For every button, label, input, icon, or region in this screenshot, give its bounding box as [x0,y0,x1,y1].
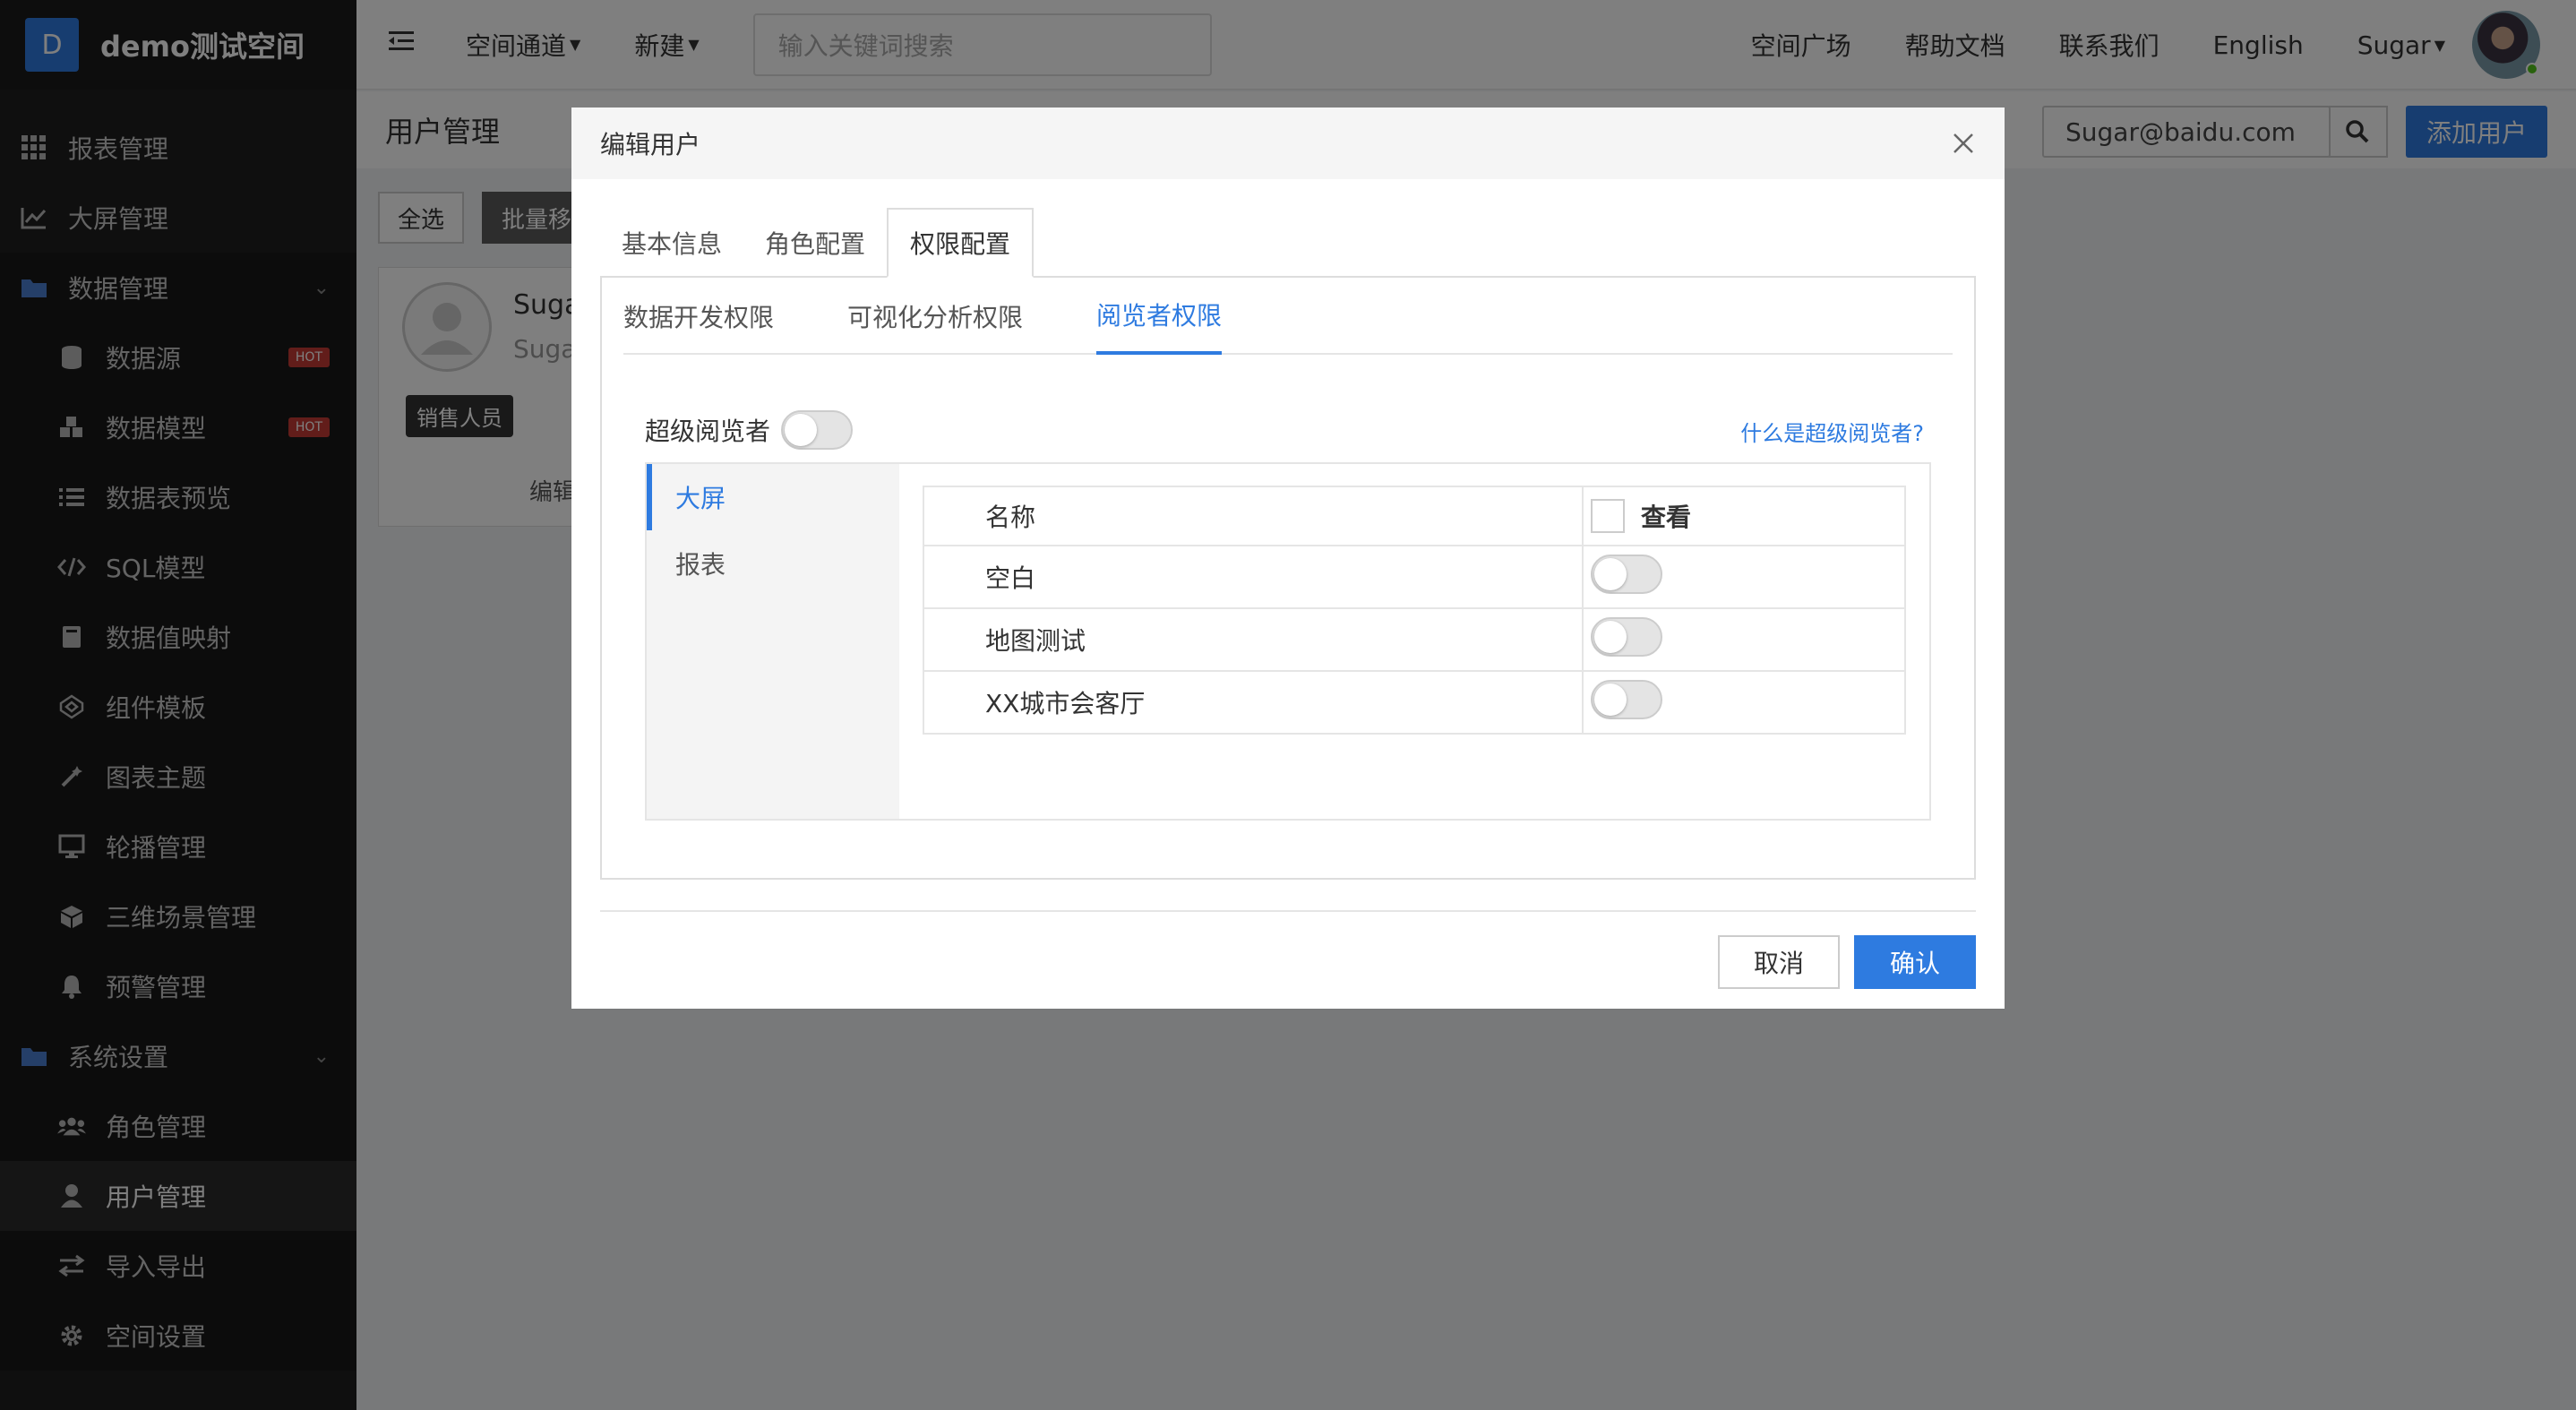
table-header-row: 名称 查看 [923,486,1906,546]
tab-role-config[interactable]: 角色配置 [743,208,887,278]
permission-box: 大屏 报表 名称 查看 空白 地图测试 XX城市会客厅 [645,462,1931,821]
modal-header: 编辑用户 [571,107,2005,179]
cancel-button[interactable]: 取消 [1718,935,1840,989]
tab-permission-config[interactable]: 权限配置 [887,208,1035,278]
table-row: 空白 [923,545,1906,609]
edit-user-modal: 编辑用户 基本信息 角色配置 权限配置 数据开发权限 可视化分析权限 阅览者权限… [571,107,2005,1009]
view-permission-toggle[interactable] [1591,616,1662,657]
permission-panel: 数据开发权限 可视化分析权限 阅览者权限 超级阅览者 什么是超级阅览者? 大屏 … [600,276,1976,880]
subtab-viewer[interactable]: 阅览者权限 [1096,278,1223,355]
resource-type-dashboard[interactable]: 大屏 [647,464,899,530]
select-all-view-checkbox[interactable] [1591,499,1625,533]
confirm-button[interactable]: 确认 [1854,935,1976,989]
resource-name: 地图测试 [923,607,1584,672]
toggle-knob [1594,620,1627,653]
resource-type-list: 大屏 报表 [647,464,899,819]
view-permission-cell [1582,545,1906,609]
modal-tabs: 基本信息 角色配置 权限配置 [600,208,1035,278]
super-viewer-row: 超级阅览者 [645,410,854,450]
permission-table: 名称 查看 空白 地图测试 XX城市会客厅 [923,486,1906,735]
toggle-knob [1594,683,1627,716]
close-icon[interactable] [1949,129,1978,158]
what-is-super-viewer-link[interactable]: 什么是超级阅览者? [1740,416,1924,447]
toggle-knob [1594,557,1627,590]
super-viewer-label: 超级阅览者 [645,417,771,446]
modal-footer: 取消 确认 [600,910,1976,1009]
toggle-knob [785,414,818,446]
table-row: XX城市会客厅 [923,670,1906,735]
resource-type-report[interactable]: 报表 [647,530,899,597]
permission-table-wrap: 名称 查看 空白 地图测试 XX城市会客厅 [899,464,1929,819]
resource-name: 空白 [923,545,1584,609]
table-row: 地图测试 [923,607,1906,672]
tab-basic-info[interactable]: 基本信息 [600,208,743,278]
modal-title: 编辑用户 [600,130,701,159]
permission-subtabs: 数据开发权限 可视化分析权限 阅览者权限 [623,278,1953,355]
column-header-view: 查看 [1582,486,1906,546]
resource-name: XX城市会客厅 [923,670,1584,735]
subtab-data-dev[interactable]: 数据开发权限 [623,278,774,355]
view-permission-cell [1582,670,1906,735]
view-permission-toggle[interactable] [1591,679,1662,719]
subtab-visual-analysis[interactable]: 可视化分析权限 [847,278,1023,355]
view-permission-cell [1582,607,1906,672]
column-header-name: 名称 [923,486,1584,546]
super-viewer-toggle[interactable] [781,410,854,450]
view-header-label: 查看 [1641,503,1692,532]
view-permission-toggle[interactable] [1591,554,1662,594]
